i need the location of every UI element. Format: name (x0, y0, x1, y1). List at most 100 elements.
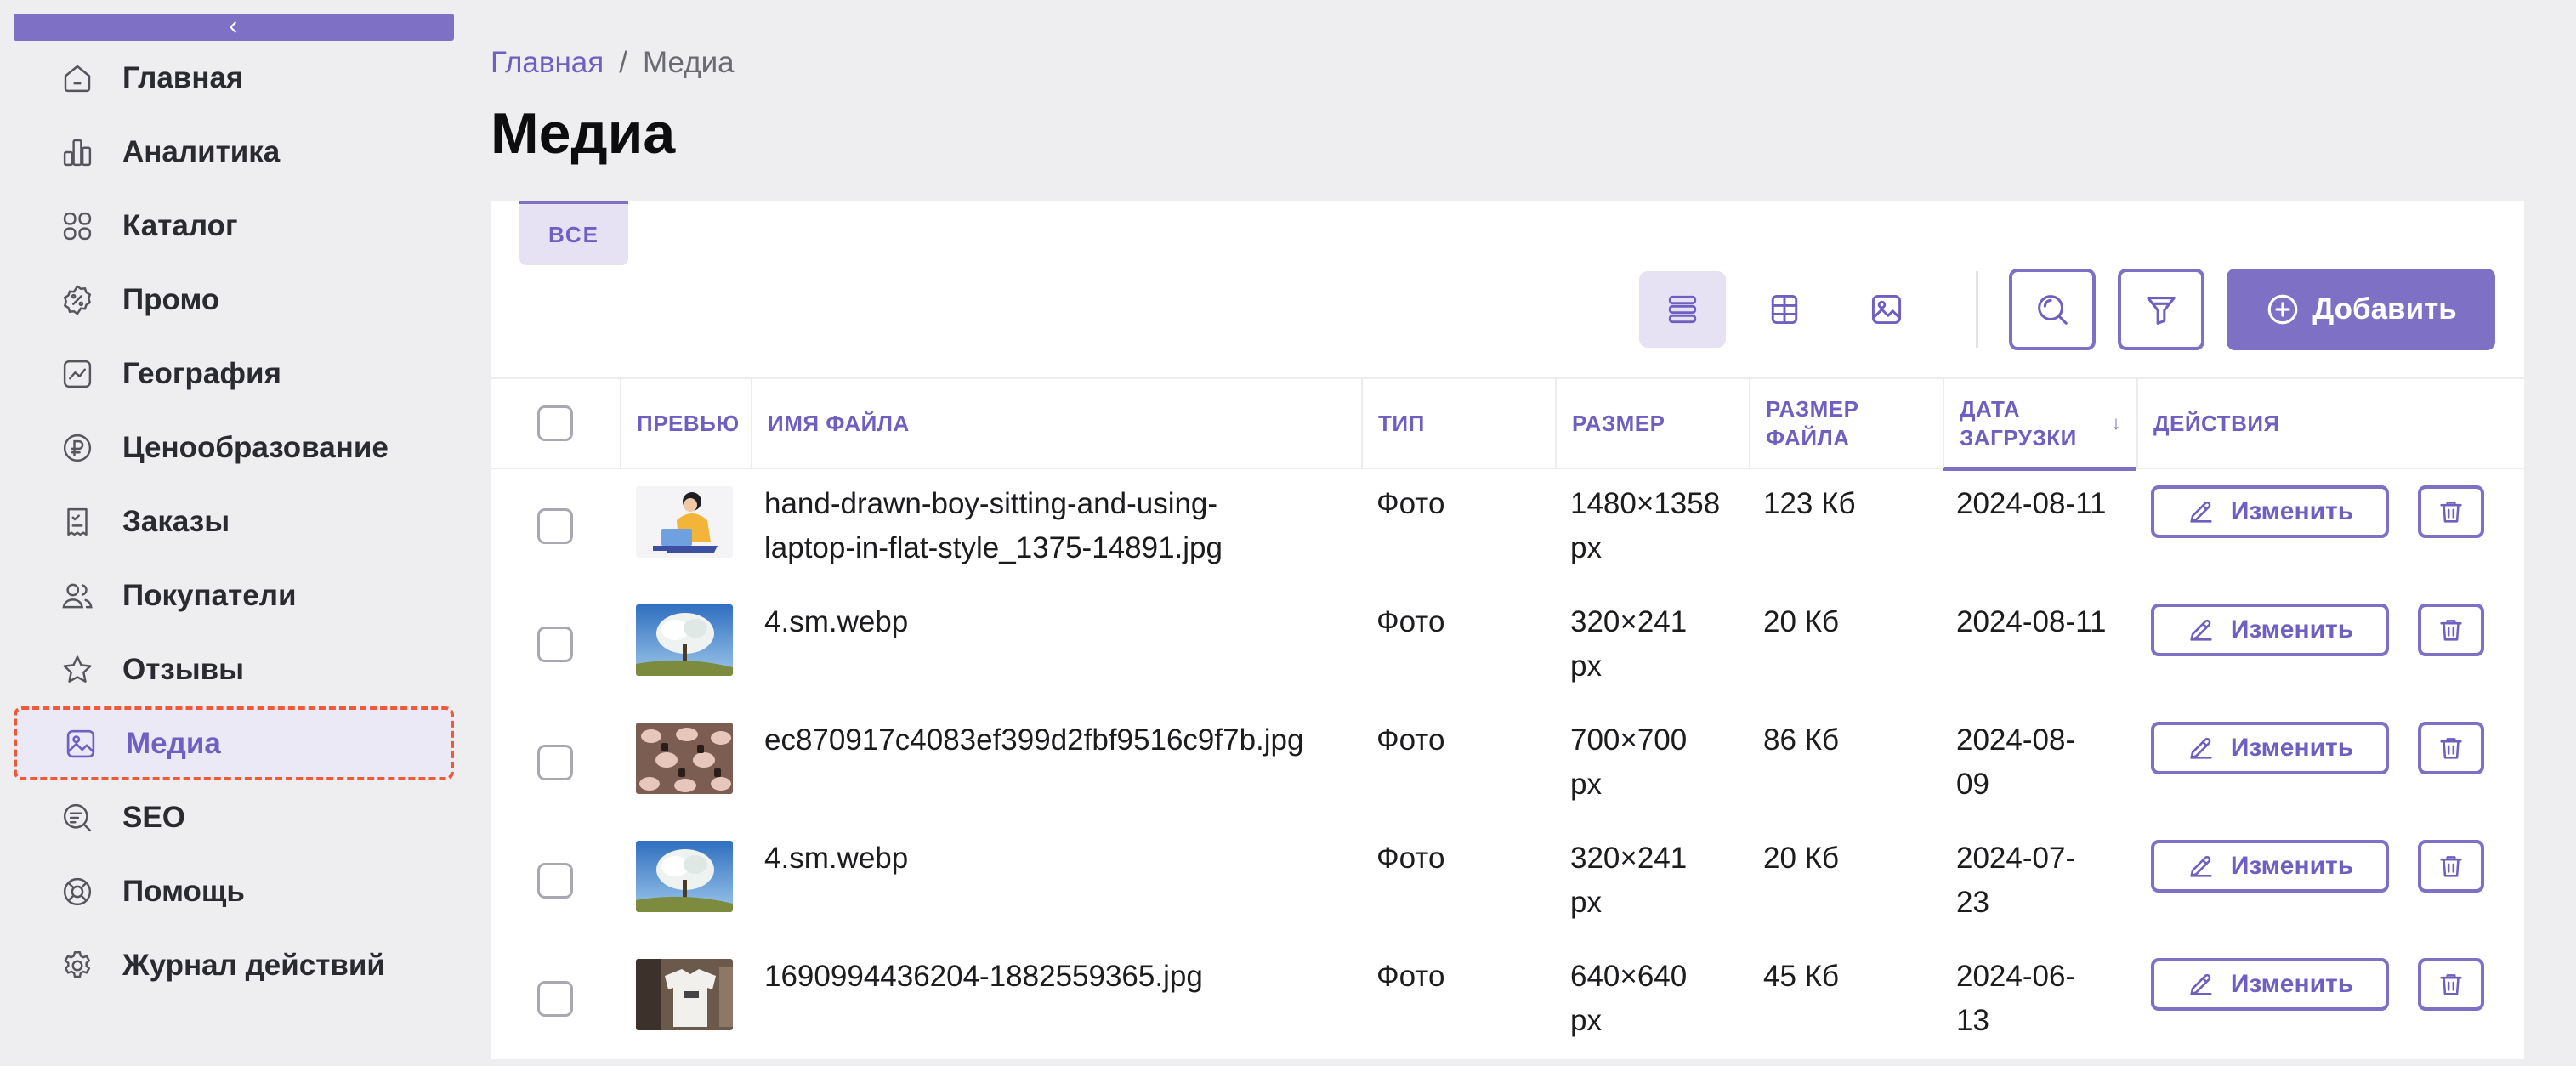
media-table: ПРЕВЬЮ ИМЯ ФАЙЛА ТИП РАЗМЕР РАЗМЕР ФАЙЛА … (491, 377, 2524, 1060)
table-row: 4.sm.webp Фото 320×241 px 20 Кб 2024-07- 23 Изм… (491, 824, 2524, 942)
header-filename[interactable]: ИМЯ ФАЙЛА (751, 379, 1361, 468)
trash-icon (2440, 502, 2462, 523)
sidebar-item-promo[interactable]: Промо (14, 263, 454, 337)
edit-button-label: Изменить (2230, 734, 2354, 762)
preview-thumbnail[interactable] (636, 604, 733, 676)
edit-button[interactable]: Изменить (2151, 722, 2389, 774)
type-cell: Фото (1376, 842, 1445, 875)
row-checkbox[interactable] (537, 863, 573, 899)
sidebar-item-label: Каталог (122, 208, 238, 242)
sidebar-item-help[interactable]: Помощь (14, 854, 454, 928)
sidebar-item-label: Ценообразование (122, 430, 389, 464)
table-row: hand-drawn-boy-sitting-and-using-laptop-… (491, 469, 2524, 587)
filename-cell: hand-drawn-boy-sitting-and-using-laptop-… (764, 487, 1223, 564)
header-select-cell (491, 379, 620, 468)
sidebar-item-geography[interactable]: География (14, 337, 454, 411)
edit-button-label: Изменить (2230, 852, 2354, 880)
trash-icon (2440, 620, 2462, 641)
sidebar-item-media[interactable]: Медиа (14, 706, 454, 780)
table-row: 1690994436204-1882559365.jpg Фото 640×640 p… (491, 942, 2524, 1060)
search-icon (2038, 295, 2068, 325)
edit-button-label: Изменить (2230, 615, 2354, 644)
edit-button[interactable]: Изменить (2151, 840, 2389, 893)
upload-date-cell: 2024-06- 13 (1956, 960, 2076, 1037)
row-checkbox[interactable] (537, 508, 573, 544)
image-icon (61, 724, 100, 763)
select-all-checkbox[interactable] (537, 405, 573, 441)
trash-icon (2440, 738, 2462, 759)
row-checkbox[interactable] (537, 745, 573, 780)
sidebar-item-analytics[interactable]: Аналитика (14, 115, 454, 189)
list-view-button[interactable] (1639, 271, 1726, 348)
filename-cell: ec870917c4083ef399d2fbf9516c9f7b.jpg (764, 723, 1304, 757)
add-button[interactable]: Добавить (2227, 269, 2495, 350)
toolbar: Добавить (1624, 269, 2495, 350)
delete-button[interactable] (2418, 722, 2484, 774)
sidebar: Главная Аналитика Каталог Промо Географи… (0, 0, 454, 1066)
delete-button[interactable] (2418, 485, 2484, 538)
search-button[interactable] (2009, 269, 2096, 350)
table-row: 4.sm.webp Фото 320×241 px 20 Кб 2024-08-11 Изм… (491, 587, 2524, 706)
sidebar-item-orders[interactable]: Заказы (14, 485, 454, 559)
header-upload-date[interactable]: ДАТА ЗАГРУЗКИ ↓ (1943, 379, 2136, 471)
size-cell: 1480×1358 px (1570, 487, 1721, 564)
edit-button[interactable]: Изменить (2151, 958, 2389, 1011)
size-cell: 320×241 px (1570, 605, 1688, 683)
sidebar-item-label: Главная (122, 60, 244, 94)
sidebar-item-home[interactable]: Главная (14, 41, 454, 115)
delete-button[interactable] (2418, 840, 2484, 893)
sidebar-item-activity-log[interactable]: Журнал действий (14, 928, 454, 1002)
delete-button[interactable] (2418, 604, 2484, 656)
edit-button[interactable]: Изменить (2151, 604, 2389, 656)
sidebar-item-reviews[interactable]: Отзывы (14, 632, 454, 706)
sort-arrow-icon: ↓ (2111, 411, 2121, 434)
preview-thumbnail[interactable] (636, 959, 733, 1030)
sidebar-item-catalog[interactable]: Каталог (14, 189, 454, 263)
row-checkbox[interactable] (537, 981, 573, 1017)
table-view-button[interactable] (1741, 271, 1828, 348)
lifebuoy-icon (58, 872, 97, 911)
sidebar-nav: Главная Аналитика Каталог Промо Географи… (14, 41, 454, 1002)
preview-thumbnail[interactable] (636, 723, 733, 794)
list-view-icon (1668, 295, 1697, 324)
header-size[interactable]: РАЗМЕР (1555, 379, 1749, 468)
clipboard-icon (58, 502, 97, 542)
filesize-cell: 20 Кб (1763, 605, 1840, 638)
delete-button[interactable] (2418, 958, 2484, 1011)
sidebar-collapse-button[interactable] (14, 14, 454, 41)
table-header: ПРЕВЬЮ ИМЯ ФАЙЛА ТИП РАЗМЕР РАЗМЕР ФАЙЛА … (491, 377, 2524, 471)
preview-thumbnail[interactable] (636, 841, 733, 912)
ruble-icon (58, 428, 97, 468)
sidebar-item-label: Журнал действий (122, 948, 385, 982)
header-preview[interactable]: ПРЕВЬЮ (620, 379, 751, 468)
preview-thumbnail[interactable] (636, 486, 733, 558)
sidebar-item-seo[interactable]: SEO (14, 780, 454, 854)
percent-badge-icon (58, 281, 97, 320)
header-type[interactable]: ТИП (1361, 379, 1555, 468)
plus-circle-icon (2267, 294, 2298, 325)
media-panel: ВСЕ Добавить ПРЕВЬЮ ИМЯ ФАЙЛА ТИП РАЗМЕР… (491, 201, 2524, 1059)
row-checkbox[interactable] (537, 627, 573, 662)
grid-icon (58, 207, 97, 246)
chevron-left-icon (230, 21, 236, 33)
breadcrumb-home-link[interactable]: Главная (491, 46, 604, 80)
gallery-view-button[interactable] (1843, 271, 1930, 348)
toolbar-divider (1976, 271, 1978, 348)
sidebar-item-label: Аналитика (122, 134, 281, 168)
filter-button[interactable] (2118, 269, 2204, 350)
bar-chart-icon (58, 133, 97, 172)
sidebar-item-pricing[interactable]: Ценообразование (14, 411, 454, 485)
sidebar-item-customers[interactable]: Покупатели (14, 559, 454, 632)
upload-date-cell: 2024-08-11 (1956, 487, 2107, 520)
table-row: ec870917c4083ef399d2fbf9516c9f7b.jpg Фото… (491, 706, 2524, 824)
breadcrumb: Главная / Медиа (491, 46, 735, 80)
tab-all[interactable]: ВСЕ (519, 201, 628, 265)
header-filesize[interactable]: РАЗМЕР ФАЙЛА (1749, 379, 1943, 468)
type-cell: Фото (1376, 605, 1445, 638)
home-icon (58, 59, 97, 98)
filesize-cell: 45 Кб (1763, 960, 1840, 993)
header-actions: ДЕЙСТВИЯ (2136, 379, 2524, 468)
edit-button-label: Изменить (2230, 970, 2354, 998)
edit-button[interactable]: Изменить (2151, 485, 2389, 538)
upload-date-cell: 2024-08-11 (1956, 605, 2107, 638)
